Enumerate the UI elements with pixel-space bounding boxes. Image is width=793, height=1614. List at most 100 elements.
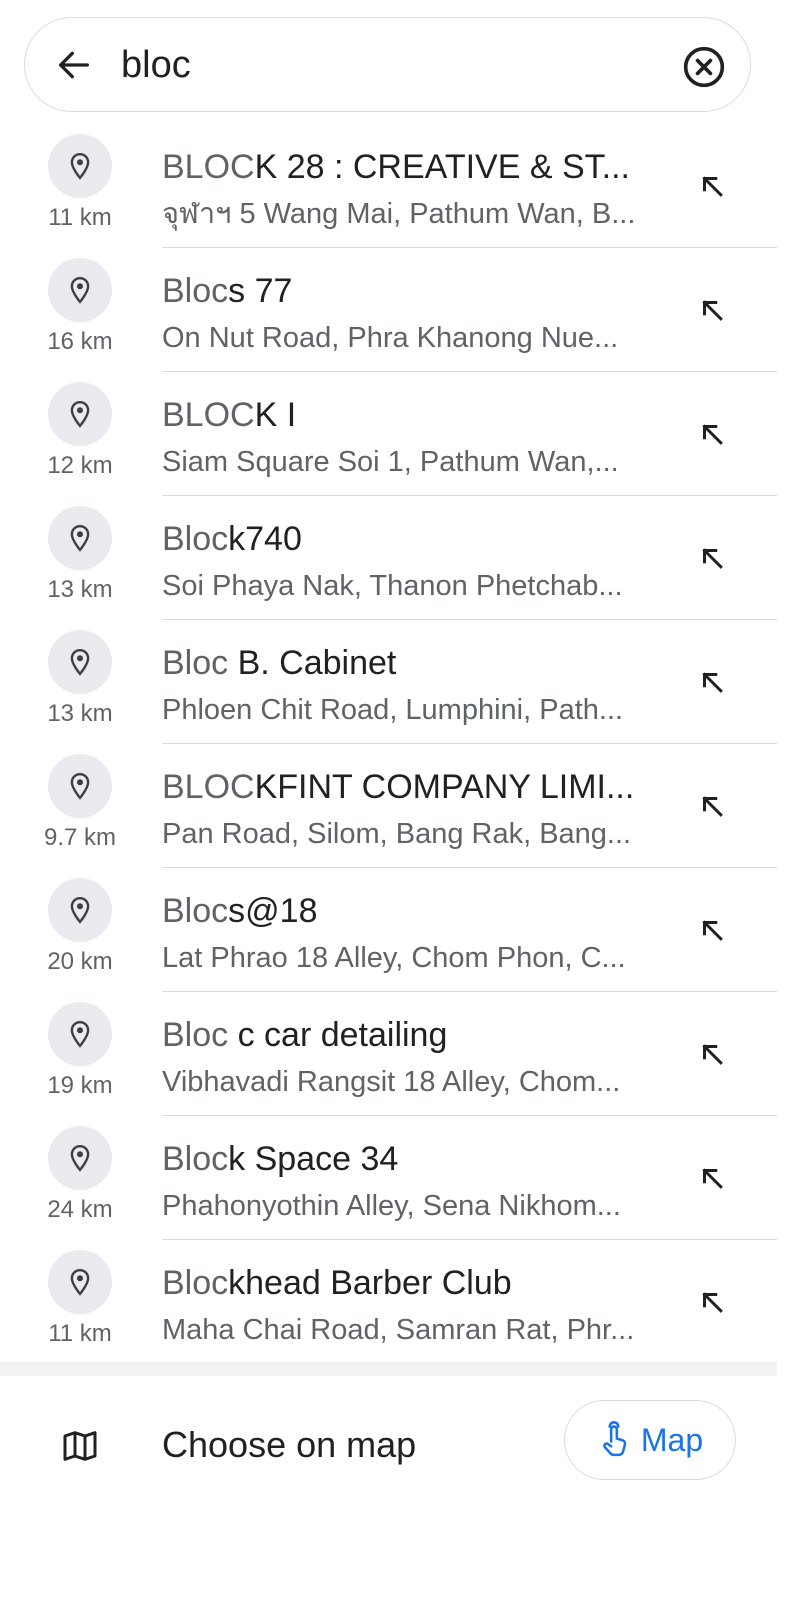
distance-label: 13 km	[47, 700, 113, 727]
query-match-text: Bloc	[162, 1140, 229, 1178]
place-address: จุฬาฯ 5 Wang Mai, Pathum Wan, B...	[162, 198, 636, 230]
place-name-rest: K 28 : CREATIVE & ST...	[254, 148, 630, 186]
fill-query-button[interactable]	[690, 536, 734, 580]
suggestion-list: 11 km BLOCK 28 : CREATIVE & ST... จุฬาฯ …	[0, 124, 777, 1364]
suggestion-item[interactable]: 11 km BLOCK 28 : CREATIVE & ST... จุฬาฯ …	[0, 124, 777, 248]
folded-map-icon	[58, 1424, 102, 1468]
place-address: Soi Phaya Nak, Thanon Phetchab...	[162, 570, 623, 602]
place-name-rest: k Space 34	[228, 1140, 399, 1178]
place-name: Bloc c car detailing	[162, 1014, 662, 1056]
map-button-label: Map	[640, 1421, 704, 1458]
location-pin-icon	[48, 506, 112, 570]
place-address: Phahonyothin Alley, Sena Nikhom...	[162, 1190, 621, 1222]
location-pin-icon	[48, 134, 112, 198]
place-name: BLOCK 28 : CREATIVE & ST...	[162, 146, 662, 188]
search-input[interactable]	[121, 40, 641, 90]
query-match-text: BLOC	[162, 148, 255, 186]
place-name: Block Space 34	[162, 1138, 662, 1180]
back-button[interactable]	[47, 38, 101, 92]
query-match-text: BLOC	[162, 768, 255, 806]
query-match-text: Bloc	[162, 892, 229, 930]
place-address: Lat Phrao 18 Alley, Chom Phon, C...	[162, 942, 626, 974]
suggestion-item[interactable]: 20 km Blocs@18 Lat Phrao 18 Alley, Chom …	[0, 868, 777, 992]
fill-query-button[interactable]	[690, 1156, 734, 1200]
suggestion-item[interactable]: 13 km Bloc B. Cabinet Phloen Chit Road, …	[0, 620, 777, 744]
arrow-up-left-icon	[702, 548, 723, 569]
place-name-rest: K I	[254, 396, 297, 434]
place-name: Block740	[162, 518, 662, 560]
place-name-rest: s@18	[228, 892, 318, 930]
place-name-rest: B. Cabinet	[228, 644, 397, 682]
fill-query-button[interactable]	[690, 1032, 734, 1076]
fill-query-button[interactable]	[690, 164, 734, 208]
distance-label: 19 km	[47, 1072, 113, 1099]
location-pin-icon	[48, 754, 112, 818]
suggestion-item[interactable]: 9.7 km BLOCKFINT COMPANY LIMI... Pan Roa…	[0, 744, 777, 868]
query-match-text: Bloc	[162, 644, 229, 682]
place-name-rest: c car detailing	[228, 1016, 448, 1054]
place-name-rest: k740	[228, 520, 302, 558]
location-pin-icon	[48, 1250, 112, 1314]
distance-label: 20 km	[47, 948, 113, 975]
fill-query-button[interactable]	[690, 784, 734, 828]
arrow-up-left-icon	[702, 672, 723, 693]
suggestion-item[interactable]: 19 km Bloc c car detailing Vibhavadi Ran…	[0, 992, 777, 1116]
query-match-text: BLOC	[162, 396, 255, 434]
suggestion-item[interactable]: 16 km Blocs 77 On Nut Road, Phra Khanong…	[0, 248, 777, 372]
distance-label: 16 km	[47, 328, 113, 355]
location-pin-icon	[48, 258, 112, 322]
search-bar	[24, 17, 751, 112]
query-match-text: Bloc	[162, 1264, 229, 1302]
place-address: On Nut Road, Phra Khanong Nue...	[162, 322, 619, 354]
arrow-up-left-icon	[702, 920, 723, 941]
fill-query-button[interactable]	[690, 660, 734, 704]
bottom-bar: Choose on map Map	[0, 1362, 777, 1614]
location-pin-icon	[48, 630, 112, 694]
distance-label: 13 km	[47, 576, 113, 603]
arrow-up-left-icon	[702, 1292, 723, 1313]
clear-circle-icon	[683, 46, 725, 88]
place-name-rest: KFINT COMPANY LIMI...	[254, 768, 635, 806]
query-match-text: Bloc	[162, 520, 229, 558]
map-button[interactable]: Map	[564, 1400, 736, 1480]
distance-label: 11 km	[48, 204, 112, 231]
place-name: Blocs 77	[162, 270, 662, 312]
location-pin-icon	[48, 1002, 112, 1066]
place-name: Blocs@18	[162, 890, 662, 932]
place-address: Maha Chai Road, Samran Rat, Phr...	[162, 1314, 635, 1346]
clear-search-button[interactable]	[677, 40, 731, 94]
fill-query-button[interactable]	[690, 1280, 734, 1324]
distance-label: 12 km	[47, 452, 113, 479]
place-name: Blockhead Barber Club	[162, 1262, 662, 1304]
location-pin-icon	[48, 878, 112, 942]
place-name-rest: khead Barber Club	[228, 1264, 512, 1302]
distance-label: 24 km	[47, 1196, 113, 1223]
place-address: Siam Square Soi 1, Pathum Wan,...	[162, 446, 619, 478]
arrow-up-left-icon	[702, 176, 723, 197]
suggestion-item[interactable]: 13 km Block740 Soi Phaya Nak, Thanon Phe…	[0, 496, 777, 620]
touch-gesture-icon	[602, 1421, 627, 1457]
suggestion-item[interactable]: 11 km Blockhead Barber Club Maha Chai Ro…	[0, 1240, 777, 1364]
distance-label: 11 km	[48, 1320, 112, 1347]
suggestion-item[interactable]: 12 km BLOCK I Siam Square Soi 1, Pathum …	[0, 372, 777, 496]
location-pin-icon	[48, 1126, 112, 1190]
fill-query-button[interactable]	[690, 908, 734, 952]
place-name: Bloc B. Cabinet	[162, 642, 662, 684]
place-address: Pan Road, Silom, Bang Rak, Bang...	[162, 818, 632, 850]
fill-query-button[interactable]	[690, 412, 734, 456]
place-name: BLOCK I	[162, 394, 662, 436]
location-pin-icon	[48, 382, 112, 446]
arrow-up-left-icon	[702, 1044, 723, 1065]
place-address: Vibhavadi Rangsit 18 Alley, Chom...	[162, 1066, 621, 1098]
query-match-text: Bloc	[162, 1016, 229, 1054]
arrow-up-left-icon	[702, 796, 723, 817]
arrow-up-left-icon	[702, 424, 723, 445]
arrow-up-left-icon	[702, 1168, 723, 1189]
fill-query-button[interactable]	[690, 288, 734, 332]
distance-label: 9.7 km	[43, 824, 117, 851]
place-name: BLOCKFINT COMPANY LIMI...	[162, 766, 662, 808]
choose-on-map-option[interactable]: Choose on map	[162, 1424, 416, 1466]
place-name-rest: s 77	[228, 272, 293, 310]
suggestion-item[interactable]: 24 km Block Space 34 Phahonyothin Alley,…	[0, 1116, 777, 1240]
arrow-up-left-icon	[702, 300, 723, 321]
